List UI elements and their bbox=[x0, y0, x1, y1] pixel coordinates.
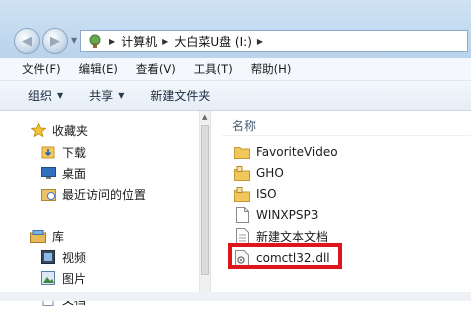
navigation-pane: 收藏夹 下载 桌面 最近访问的位置 库 视频 图片 bbox=[0, 111, 199, 307]
file-name: 新建文本文档 bbox=[256, 229, 329, 244]
breadcrumb-separator-icon[interactable]: ▶ bbox=[162, 37, 168, 46]
breadcrumb-separator-icon[interactable]: ▶ bbox=[257, 37, 263, 46]
menu-bar: 文件(F) 编辑(E) 查看(V) 工具(T) 帮助(H) bbox=[0, 58, 471, 81]
breadcrumb-separator-icon[interactable]: ▶ bbox=[109, 37, 115, 46]
status-strip bbox=[0, 292, 471, 301]
share-button[interactable]: 共享 ▼ bbox=[89, 87, 124, 104]
menu-help[interactable]: 帮助(H) bbox=[251, 61, 292, 77]
address-bar[interactable]: ▶ 计算机 ▶ 大白菜U盘 (I:) ▶ bbox=[80, 30, 468, 52]
organize-label: 组织 bbox=[28, 89, 53, 103]
forward-button[interactable]: ▶ bbox=[42, 28, 68, 54]
back-button[interactable]: ◀ bbox=[14, 28, 40, 54]
file-icon bbox=[234, 207, 250, 223]
command-bar: 组织 ▼ 共享 ▼ 新建文件夹 bbox=[0, 81, 471, 111]
file-name: WINXPSP3 bbox=[256, 208, 319, 222]
folder-icon bbox=[234, 144, 250, 160]
title-bar: ◀ ▶ ▼ ▶ 计算机 ▶ 大白菜U盘 (I:) ▶ bbox=[0, 0, 471, 58]
file-name: GHO bbox=[256, 166, 284, 180]
nav-videos[interactable]: 视频 bbox=[40, 247, 86, 267]
nav-favorites-label: 收藏夹 bbox=[52, 123, 89, 138]
nav-downloads[interactable]: 下载 bbox=[40, 142, 86, 162]
libraries-icon bbox=[30, 229, 46, 243]
nav-recent-places[interactable]: 最近访问的位置 bbox=[40, 184, 146, 204]
folder-lock-icon bbox=[234, 186, 250, 202]
back-arrow-icon: ◀ bbox=[22, 33, 32, 49]
folder-lock-icon bbox=[234, 165, 250, 181]
column-header-name[interactable]: 名称 bbox=[232, 117, 256, 134]
desktop-icon bbox=[40, 166, 56, 180]
file-row[interactable]: FavoriteVideo bbox=[234, 142, 338, 162]
recent-places-icon bbox=[40, 187, 56, 201]
nav-desktop-label: 桌面 bbox=[62, 166, 87, 181]
highlight-annotation bbox=[228, 243, 342, 269]
nav-desktop[interactable]: 桌面 bbox=[40, 163, 86, 183]
pictures-icon bbox=[40, 271, 56, 285]
nav-videos-label: 视频 bbox=[62, 250, 87, 265]
file-row[interactable]: GHO bbox=[234, 163, 284, 183]
menu-view[interactable]: 查看(V) bbox=[136, 61, 176, 77]
forward-arrow-icon: ▶ bbox=[50, 33, 60, 49]
menu-edit[interactable]: 编辑(E) bbox=[79, 61, 118, 77]
chevron-down-icon: ▼ bbox=[118, 91, 125, 100]
menu-file[interactable]: 文件(F) bbox=[22, 61, 61, 77]
nav-pictures[interactable]: 图片 bbox=[40, 268, 86, 288]
recent-pages-dropdown-icon[interactable]: ▼ bbox=[71, 36, 77, 45]
nav-libraries-label: 库 bbox=[52, 229, 65, 244]
computer-location-icon bbox=[86, 33, 104, 49]
nav-recent-places-label: 最近访问的位置 bbox=[62, 187, 147, 202]
videos-icon bbox=[40, 250, 56, 264]
menu-tools[interactable]: 工具(T) bbox=[194, 61, 233, 77]
scrollbar-thumb[interactable] bbox=[201, 125, 209, 275]
nav-libraries[interactable]: 库 bbox=[30, 226, 64, 246]
file-row[interactable]: WINXPSP3 bbox=[234, 205, 318, 225]
nav-pictures-label: 图片 bbox=[62, 271, 87, 286]
file-list: 名称 FavoriteVideo GHO ISO WINXPSP3 新建文本文档 bbox=[212, 111, 471, 301]
header-divider bbox=[222, 135, 471, 136]
star-icon bbox=[30, 123, 46, 137]
file-name: ISO bbox=[256, 187, 277, 201]
downloads-folder-icon bbox=[40, 145, 56, 159]
breadcrumb-computer[interactable]: 计算机 bbox=[121, 33, 157, 50]
file-row[interactable]: ISO bbox=[234, 184, 277, 204]
file-name: FavoriteVideo bbox=[256, 145, 338, 159]
new-folder-button[interactable]: 新建文件夹 bbox=[150, 87, 210, 104]
scroll-up-icon[interactable]: ▲ bbox=[202, 113, 207, 121]
nav-downloads-label: 下载 bbox=[62, 145, 87, 160]
organize-button[interactable]: 组织 ▼ bbox=[28, 87, 63, 104]
share-label: 共享 bbox=[89, 89, 114, 103]
text-file-icon bbox=[234, 228, 250, 244]
breadcrumb-usb-drive[interactable]: 大白菜U盘 (I:) bbox=[174, 33, 252, 50]
chevron-down-icon: ▼ bbox=[57, 91, 64, 100]
nav-favorites[interactable]: 收藏夹 bbox=[30, 120, 88, 140]
navigation-scrollbar[interactable]: ▲ ▼ bbox=[199, 111, 211, 301]
